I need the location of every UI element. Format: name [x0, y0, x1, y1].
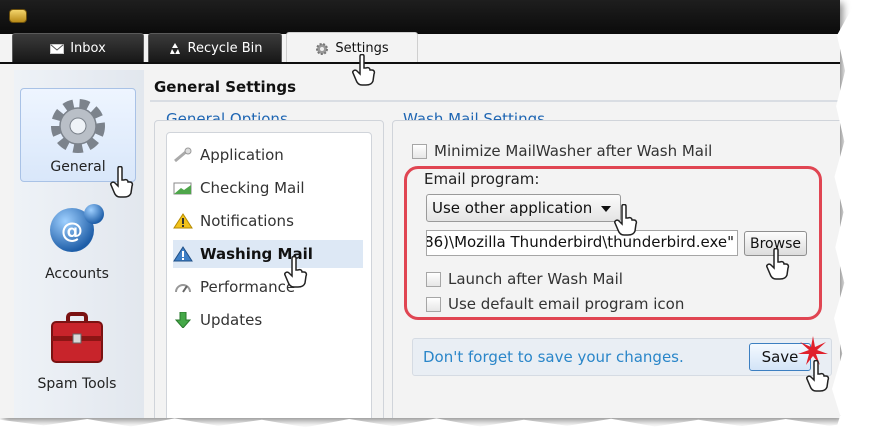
hand-cursor-icon [614, 204, 638, 236]
hand-cursor-icon [352, 54, 376, 86]
gear-icon [316, 42, 329, 55]
list-item-label: Notifications [200, 212, 294, 230]
list-item-checking-mail[interactable]: Checking Mail [173, 174, 363, 202]
gear-icon [51, 99, 105, 153]
list-item-performance[interactable]: Performance [173, 273, 363, 301]
list-item-label: Performance [200, 278, 296, 296]
title-bar [0, 0, 840, 34]
list-item-label: Checking Mail [200, 179, 305, 197]
sidebar-item-spam-tools[interactable]: Spam Tools [20, 306, 134, 396]
title-divider [150, 100, 840, 102]
save-reminder-text: Don't forget to save your changes. [423, 348, 684, 366]
list-item-label: Updates [200, 311, 263, 329]
list-item-washing-mail[interactable]: Washing Mail [173, 240, 363, 268]
svg-text:@: @ [61, 219, 83, 244]
hand-cursor-icon [806, 360, 830, 392]
page-title: General Settings [154, 78, 297, 96]
sidebar-item-label: Accounts [45, 266, 109, 282]
mailwasher-window: Inbox Recycle Bin Settings General @ Acc… [0, 0, 840, 418]
email-program-label: Email program: [424, 170, 540, 188]
hand-cursor-icon [110, 166, 134, 198]
checkbox[interactable] [412, 143, 427, 159]
list-item-label: Application [200, 146, 284, 164]
recycle-icon [169, 42, 180, 54]
minimize-after-wash-checkbox[interactable]: Minimize MailWasher after Wash Mail [412, 142, 712, 160]
wand-icon [174, 147, 192, 163]
checkbox[interactable] [426, 296, 441, 312]
tab-strip-border [0, 62, 840, 64]
tab-recycle-bin[interactable]: Recycle Bin [148, 33, 282, 63]
settings-sidebar: General @ Accounts Spam Tools [14, 70, 144, 418]
tab-inbox[interactable]: Inbox [12, 33, 144, 63]
warning-icon [173, 213, 193, 229]
email-program-select[interactable]: Use other application [426, 194, 621, 222]
checkbox-label: Minimize MailWasher after Wash Mail [434, 142, 713, 160]
sidebar-item-accounts[interactable]: @ Accounts [20, 196, 134, 286]
checkbox-label: Use default email program icon [448, 295, 685, 313]
warning-icon [173, 246, 193, 262]
hand-cursor-icon [766, 248, 790, 280]
mail-check-icon [173, 182, 192, 195]
checkbox-label: Launch after Wash Mail [448, 270, 623, 288]
launch-after-wash-checkbox[interactable]: Launch after Wash Mail [426, 270, 623, 288]
list-item-updates[interactable]: Updates [173, 306, 363, 334]
sidebar-item-label: Spam Tools [37, 376, 117, 392]
general-options-list: Application Checking Mail Notifications … [166, 132, 372, 418]
chevron-down-icon [601, 206, 611, 212]
envelope-icon [50, 43, 65, 54]
select-value: Use other application [432, 199, 593, 217]
hand-cursor-icon [284, 256, 308, 288]
toolbox-icon [51, 312, 103, 363]
tab-label: Inbox [70, 41, 106, 56]
at-sign-icon: @ [50, 204, 104, 252]
list-item-application[interactable]: Application [173, 141, 363, 169]
app-logo-icon [9, 9, 27, 23]
checkbox[interactable] [426, 271, 441, 287]
default-email-icon-checkbox[interactable]: Use default email program icon [426, 295, 684, 313]
arrow-down-icon [174, 312, 192, 328]
path-value: (x86)\Mozilla Thunderbird\thunderbird.ex… [426, 233, 734, 251]
tab-label: Recycle Bin [187, 41, 263, 56]
program-path-input[interactable]: (x86)\Mozilla Thunderbird\thunderbird.ex… [426, 230, 738, 256]
speedometer-icon [175, 284, 191, 293]
list-item-notifications[interactable]: Notifications [173, 207, 363, 235]
